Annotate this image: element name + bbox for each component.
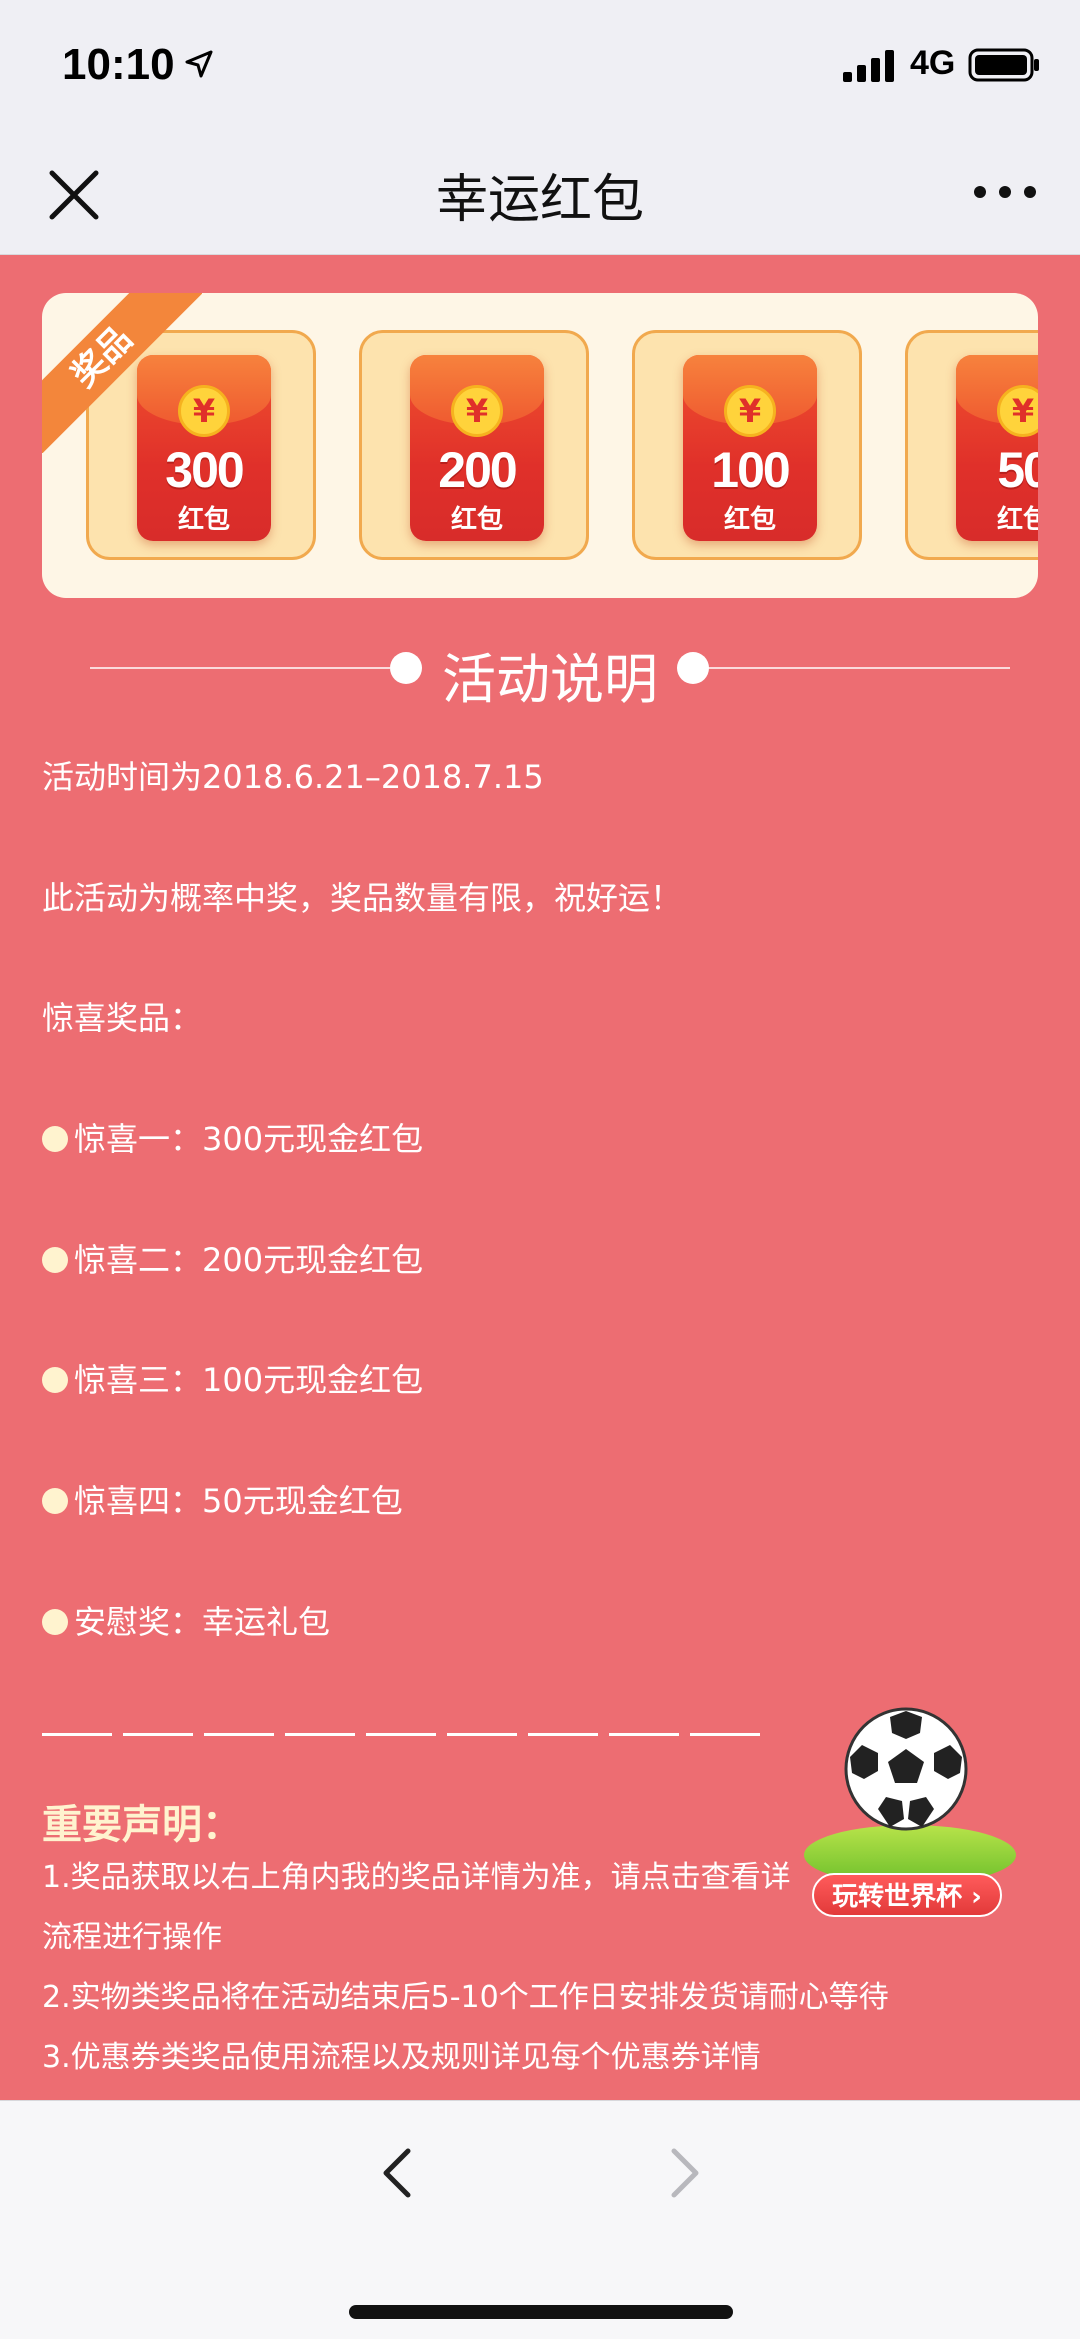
world-cup-floating-button[interactable]: 玩转世界杯 ›: [800, 1705, 1025, 1930]
yuan-coin-icon: ¥: [451, 385, 503, 437]
prize-amount: 200: [438, 442, 517, 498]
list-item-text: 惊喜三：100元现金红包: [74, 1361, 424, 1399]
list-item: 惊喜一：300元现金红包: [42, 1114, 423, 1160]
dashed-divider: [42, 1733, 762, 1736]
notice-line: 流程进行操作: [42, 1920, 222, 1955]
list-item: 惊喜三：100元现金红包: [42, 1355, 423, 1401]
list-item-text: 惊喜四：50元现金红包: [74, 1482, 403, 1520]
list-item-text: 安慰奖：幸运礼包: [74, 1603, 331, 1641]
page-title: 幸运红包: [435, 170, 644, 230]
soccer-ball-icon: [844, 1707, 968, 1831]
prize-card-200[interactable]: ¥ 200 红包: [359, 330, 589, 560]
bullet-icon: [42, 1488, 68, 1514]
activity-time-text: 活动时间为2018.6.21–2018.7.15: [42, 758, 544, 796]
prize-card-50[interactable]: ¥ 50 红包: [905, 330, 1038, 560]
prize-banner: ¥ 300 红包 ¥ 200 红包 ¥ 100 红包 ¥ 50 红包 奖品: [42, 293, 1038, 598]
location-arrow-icon: [185, 50, 213, 78]
red-envelope-icon: ¥ 200 红包: [410, 355, 544, 541]
back-arrow-icon[interactable]: [372, 2143, 422, 2203]
prize-corner-ribbon: 奖品: [42, 293, 202, 453]
prize-amount: 50: [997, 442, 1038, 498]
list-item-text: 惊喜二：200元现金红包: [74, 1241, 424, 1279]
bullet-icon: [42, 1247, 68, 1273]
red-envelope-icon: ¥ 100 红包: [683, 355, 817, 541]
signal-bars-icon: [843, 50, 894, 82]
prize-card-100[interactable]: ¥ 100 红包: [632, 330, 862, 560]
yuan-coin-icon: ¥: [724, 385, 776, 437]
world-cup-label[interactable]: 玩转世界杯 ›: [812, 1873, 1002, 1917]
notice-line: 2.实物类奖品将在活动结束后5-10个工作日安排发货请耐心等待: [42, 1980, 889, 2015]
bullet-icon: [42, 1367, 68, 1393]
yuan-coin-icon: ¥: [997, 385, 1038, 437]
bullet-icon: [42, 1126, 68, 1152]
more-dots-icon[interactable]: [970, 177, 1040, 207]
probability-text: 此活动为概率中奖，奖品数量有限，祝好运！: [42, 879, 683, 917]
bottom-toolbar: [0, 2100, 1080, 2339]
forward-arrow-icon[interactable]: [660, 2143, 710, 2203]
home-indicator[interactable]: [349, 2305, 733, 2319]
prize-label: 红包: [177, 505, 230, 535]
divider: [690, 667, 1010, 669]
network-type: 4G: [910, 44, 956, 82]
prize-corner-label: 奖品: [42, 293, 202, 453]
list-item: 惊喜二：200元现金红包: [42, 1235, 423, 1281]
status-bar: 10:10 4G: [0, 0, 1080, 135]
prize-amount: 100: [711, 442, 790, 498]
divider: [90, 667, 390, 669]
bullet-icon: [42, 1609, 68, 1635]
battery-icon: [968, 48, 1039, 82]
prizes-heading: 惊喜奖品：: [42, 999, 203, 1037]
list-item-text: 惊喜一：300元现金红包: [74, 1120, 424, 1158]
prize-label: 红包: [996, 505, 1038, 535]
prize-label: 红包: [723, 505, 776, 535]
prize-label: 红包: [450, 505, 503, 535]
notice-line: 3.优惠券类奖品使用流程以及规则详见每个优惠券详情: [42, 2040, 761, 2075]
section-title: 活动说明: [442, 648, 658, 711]
list-item: 安慰奖：幸运礼包: [42, 1597, 330, 1643]
nav-bar: 幸运红包: [0, 135, 1080, 255]
red-envelope-icon: ¥ 50 红包: [956, 355, 1038, 541]
dot-decoration: [390, 652, 422, 684]
notice-line: 1.奖品获取以右上角内我的奖品详情为准，请点击查看详: [42, 1860, 791, 1895]
list-item: 惊喜四：50元现金红包: [42, 1476, 403, 1522]
notice-heading: 重要声明：: [42, 1802, 242, 1848]
section-header: 活动说明: [0, 625, 1080, 711]
status-time: 10:10: [62, 40, 175, 89]
